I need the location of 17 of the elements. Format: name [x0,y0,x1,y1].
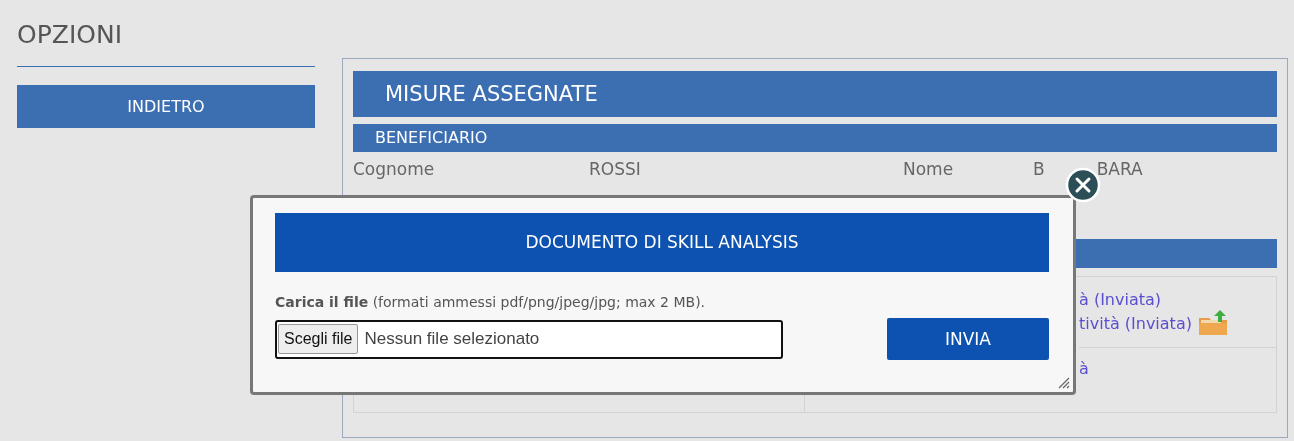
document-link[interactable]: à [1079,358,1089,378]
document-link[interactable]: à (Inviata) [1079,289,1162,309]
section-header: MISURE ASSEGNATE [353,71,1277,117]
field-label: Cognome [353,159,436,179]
resize-grip-icon[interactable] [1058,377,1070,389]
field-value: BARA [1096,159,1143,179]
dialog-title: DOCUMENTO DI SKILL ANALYSIS [275,213,1049,272]
page-title: OPZIONI [17,19,123,51]
file-input[interactable]: Scegli file Nessun file selezionato [275,319,783,359]
upload-instructions: Carica il file (formati ammessi pdf/png/jpeg/jpg; max 2 MB). [275,294,707,310]
subsection-header: BENEFICIARIO [353,124,1277,152]
submit-button[interactable]: INVIA [887,318,1049,360]
document-link[interactable]: tività (Inviata) [1079,313,1192,333]
field-value: ROSSI [589,159,641,179]
field-label: Nome [903,159,955,179]
back-button[interactable]: INDIETRO [17,85,315,128]
field-value: B [1033,159,1045,179]
